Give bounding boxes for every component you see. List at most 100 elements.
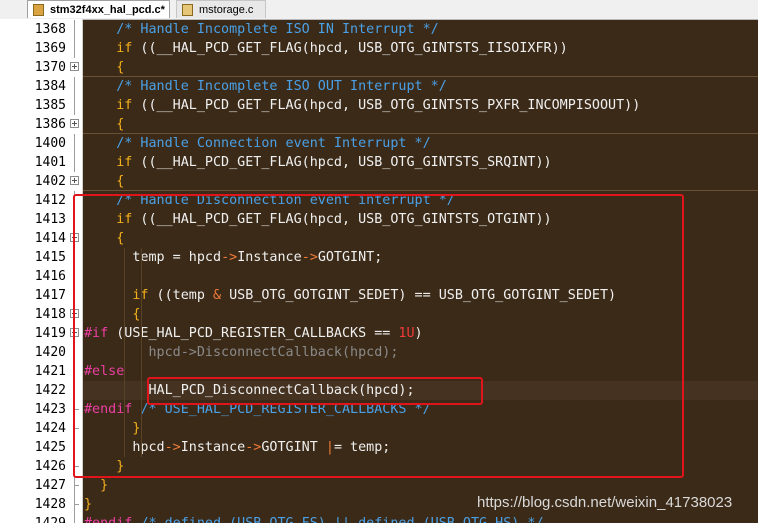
line-number: 1418	[34, 307, 66, 322]
code-line[interactable]: 1368 /* Handle Incomplete ISO IN Interru…	[0, 20, 758, 39]
code-token: {	[116, 60, 125, 75]
fold-expand-icon[interactable]	[70, 119, 79, 128]
code-text: }	[84, 476, 108, 495]
line-number: 1415	[34, 250, 66, 265]
code-line[interactable]: 1370 {	[0, 58, 758, 77]
fold-guide-line	[74, 495, 79, 514]
code-text: if ((__HAL_PCD_GET_FLAG(hpcd, USB_OTG_GI…	[84, 153, 552, 172]
code-line[interactable]: 1369 if ((__HAL_PCD_GET_FLAG(hpcd, USB_O…	[0, 39, 758, 58]
line-number: 1427	[34, 478, 66, 493]
code-line-background	[83, 58, 758, 77]
line-number: 1413	[34, 212, 66, 227]
c-file-icon	[182, 4, 193, 16]
code-token: ((__HAL_PCD_GET_FLAG(hpcd, USB_OTG_GINTS…	[132, 155, 552, 170]
code-line-background	[83, 172, 758, 191]
line-number: 1429	[0, 514, 66, 523]
fold-expand-icon[interactable]	[70, 176, 79, 185]
code-token: /* Handle Incomplete ISO OUT Interrupt *…	[116, 79, 447, 94]
line-number: 1420	[34, 345, 66, 360]
red-highlight-box-callback-line	[147, 377, 483, 405]
code-text: {	[84, 172, 124, 191]
code-text: #endif /* defined (USB_OTG_FS) || define…	[84, 514, 544, 523]
line-number: 1412	[34, 193, 66, 208]
line-number: 1416	[34, 269, 66, 284]
code-token: if	[116, 41, 133, 56]
code-text: if ((__HAL_PCD_GET_FLAG(hpcd, USB_OTG_GI…	[84, 39, 568, 58]
fold-guide-line	[74, 134, 75, 153]
tab-stm32f4xx-hal-pcd[interactable]: stm32f4xx_hal_pcd.c*	[27, 0, 170, 18]
line-number: 1402	[34, 174, 66, 189]
code-token: ((__HAL_PCD_GET_FLAG(hpcd, USB_OTG_GINTS…	[132, 41, 568, 56]
fold-guide-line	[74, 20, 75, 39]
code-text: }	[84, 495, 92, 514]
watermark: https://blog.csdn.net/weixin_41738023	[477, 494, 733, 511]
code-token: /* defined (USB_OTG_FS) || defined (USB_…	[140, 516, 543, 523]
code-token: }	[100, 478, 109, 493]
code-line[interactable]: 1385 if ((__HAL_PCD_GET_FLAG(hpcd, USB_O…	[0, 96, 758, 115]
line-number: 1421	[34, 364, 66, 379]
line-number: 1426	[34, 459, 66, 474]
code-token: }	[84, 497, 93, 512]
line-number: 1423	[34, 402, 66, 417]
c-file-icon	[33, 4, 44, 16]
code-line[interactable]: 1384 /* Handle Incomplete ISO OUT Interr…	[0, 77, 758, 96]
code-line[interactable]: 1429 #endif /* defined (USB_OTG_FS) || de…	[0, 514, 758, 523]
code-text: /* Handle Incomplete ISO IN Interrupt */	[84, 20, 439, 39]
code-token: {	[116, 174, 125, 189]
editor-tab-bar: stm32f4xx_hal_pcd.c* mstorage.c	[0, 0, 758, 20]
tab-mstorage[interactable]: mstorage.c	[176, 0, 266, 18]
code-token: /* Handle Incomplete ISO IN Interrupt */	[116, 22, 439, 37]
line-number: 1422	[34, 383, 66, 398]
line-number: 1370	[34, 60, 66, 75]
fold-guide-line	[74, 514, 75, 523]
line-number: 1386	[34, 117, 66, 132]
code-token: if	[116, 155, 133, 170]
code-token: {	[116, 117, 125, 132]
fold-guide-line	[74, 39, 75, 58]
code-text: /* Handle Incomplete ISO OUT Interrupt *…	[84, 77, 447, 96]
line-number: 1428	[34, 497, 66, 512]
line-number: 1385	[34, 98, 66, 113]
code-text: {	[84, 115, 124, 134]
code-text: if ((__HAL_PCD_GET_FLAG(hpcd, USB_OTG_GI…	[84, 96, 640, 115]
line-number: 1424	[34, 421, 66, 436]
fold-guide-line	[74, 96, 75, 115]
line-number: 1414	[34, 231, 66, 246]
line-number: 1384	[34, 79, 66, 94]
fold-guide-line	[74, 153, 75, 172]
tab-label: mstorage.c	[199, 4, 254, 16]
code-line-background	[83, 115, 758, 134]
code-token: #endif	[84, 516, 132, 523]
code-line[interactable]: 1402 {	[0, 172, 758, 191]
line-number: 1368	[34, 22, 66, 37]
code-text: {	[84, 58, 124, 77]
code-token: /* Handle Connection event Interrupt */	[116, 136, 431, 151]
code-line[interactable]: 1386 {	[0, 115, 758, 134]
fold-expand-icon[interactable]	[70, 62, 79, 71]
line-number: 1419	[34, 326, 66, 341]
line-number: 1417	[34, 288, 66, 303]
line-number: 1369	[34, 41, 66, 56]
line-number: 1425	[34, 440, 66, 455]
code-line[interactable]: 1400 /* Handle Connection event Interrup…	[0, 134, 758, 153]
code-line[interactable]: 1401 if ((__HAL_PCD_GET_FLAG(hpcd, USB_O…	[0, 153, 758, 172]
code-line[interactable]: 1427 }	[0, 476, 758, 495]
line-number: 1400	[34, 136, 66, 151]
tab-label: stm32f4xx_hal_pcd.c*	[50, 4, 165, 16]
fold-guide-line	[74, 77, 75, 96]
line-number: 1401	[34, 155, 66, 170]
code-text: /* Handle Connection event Interrupt */	[84, 134, 431, 153]
code-token: ((__HAL_PCD_GET_FLAG(hpcd, USB_OTG_GINTS…	[132, 98, 641, 113]
fold-guide-line	[74, 476, 79, 495]
code-line-background	[83, 476, 758, 495]
code-token: if	[116, 98, 133, 113]
